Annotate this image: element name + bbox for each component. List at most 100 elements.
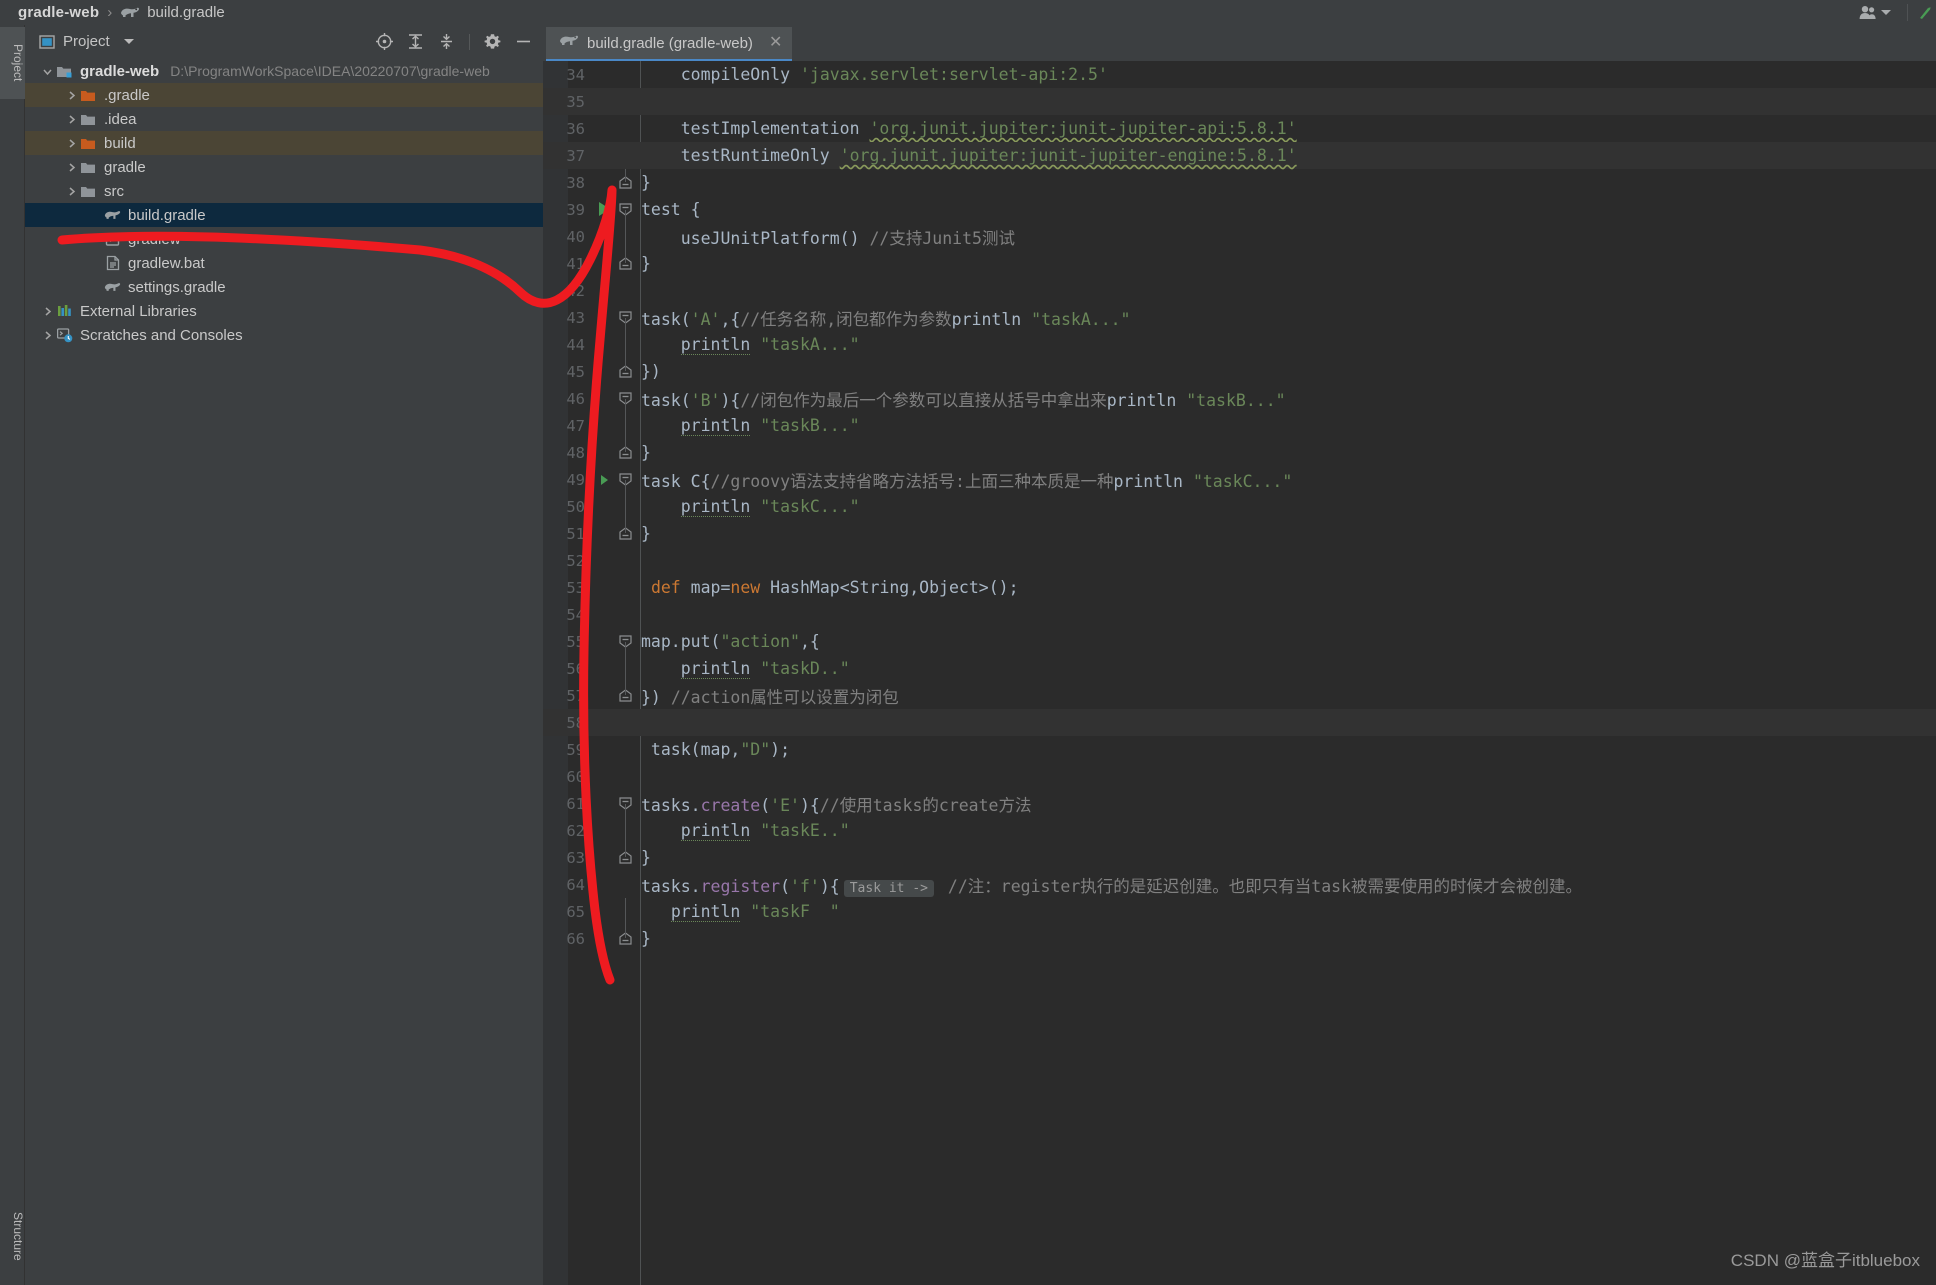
code-line[interactable]: 47 println "taskB..." [543, 412, 1936, 439]
code-line[interactable]: 60 [543, 763, 1936, 790]
sidebar-tab-structure[interactable]: Structure [0, 1193, 25, 1279]
fold-marker[interactable] [615, 628, 637, 655]
fold-marker[interactable] [615, 682, 637, 709]
fold-marker [615, 61, 637, 88]
code-line[interactable]: 62 println "taskE.." [543, 817, 1936, 844]
sidebar-tab-project[interactable]: Project [0, 27, 25, 99]
fold-marker[interactable] [615, 439, 637, 466]
tree-item--idea[interactable]: .idea [25, 107, 543, 131]
tree-item-scratches-and-consoles[interactable]: Scratches and Consoles [25, 323, 543, 347]
editor-area: build.gradle (gradle-web) ✕ 34 compileOn… [543, 25, 1936, 1285]
fold-marker[interactable] [615, 466, 637, 493]
tree-item-src[interactable]: src [25, 179, 543, 203]
fold-marker[interactable] [615, 196, 637, 223]
gutter-marker[interactable] [595, 466, 615, 493]
fold-marker[interactable] [615, 358, 637, 385]
tree-item-gradle[interactable]: gradle [25, 155, 543, 179]
gutter-marker[interactable] [595, 196, 615, 223]
code-line[interactable]: 45}) [543, 358, 1936, 385]
gutter-marker [595, 358, 615, 385]
code-line[interactable]: 57}) //action属性可以设置为闭包 [543, 682, 1936, 709]
chevron-down-icon[interactable] [1881, 10, 1891, 15]
fold-marker[interactable] [615, 169, 637, 196]
line-number: 40 [566, 227, 585, 246]
chevron-right-icon[interactable] [39, 306, 56, 317]
chevron-right-icon[interactable] [63, 162, 80, 173]
code-line[interactable]: 44 println "taskA..." [543, 331, 1936, 358]
close-x-icon[interactable]: ✕ [769, 35, 782, 51]
gutter-marker [595, 223, 615, 250]
run-green-arrow-icon[interactable] [1914, 0, 1936, 25]
code-line[interactable]: 39 test { [543, 196, 1936, 223]
code-line[interactable]: 49 task C{//groovy语法支持省略方法括号:上面三种本质是一种pri… [543, 466, 1936, 493]
code-line[interactable]: 64 tasks.register('f'){Task it -> //注：reg… [543, 871, 1936, 898]
tree-item-build-gradle[interactable]: build.gradle [25, 203, 543, 227]
code-line[interactable]: 53 def map=new HashMap<String,Object>(); [543, 574, 1936, 601]
fold-marker[interactable] [615, 385, 637, 412]
code-line[interactable]: 59 task(map,"D"); [543, 736, 1936, 763]
tree-item-settings-gradle[interactable]: settings.gradle [25, 275, 543, 299]
code-line[interactable]: 66} [543, 925, 1936, 952]
code-line[interactable]: 37 testRuntimeOnly 'org.junit.jupiter:ju… [543, 142, 1936, 169]
code-line[interactable]: 42 [543, 277, 1936, 304]
tree-item-label: Scratches and Consoles [80, 326, 243, 344]
fold-marker[interactable] [615, 925, 637, 952]
code-line[interactable]: 46 task('B'){//闭包作为最后一个参数可以直接从括号中拿出来print… [543, 385, 1936, 412]
script-file-icon [104, 231, 121, 247]
code-line[interactable]: 50 println "taskC..." [543, 493, 1936, 520]
tree-item-gradlew-bat[interactable]: gradlew.bat [25, 251, 543, 275]
code-line[interactable]: 36 testImplementation 'org.junit.jupiter… [543, 115, 1936, 142]
gutter-marker [595, 736, 615, 763]
run-gutter-icon[interactable] [601, 475, 608, 485]
collapse-all-icon[interactable] [435, 30, 458, 53]
code-token: println [680, 497, 751, 517]
code-line[interactable]: 35 [543, 88, 1936, 115]
code-editor[interactable]: 34 compileOnly 'javax.servlet:servlet-ap… [543, 61, 1936, 1285]
project-file-tree[interactable]: gradle-web D:\ProgramWorkSpace\IDEA\20220… [25, 59, 543, 347]
tree-item-external-libraries[interactable]: External Libraries [25, 299, 543, 323]
fold-marker [615, 412, 637, 439]
code-line[interactable]: 43 task('A',{//任务名称,闭包都作为参数println "taskA… [543, 304, 1936, 331]
fold-marker[interactable] [615, 304, 637, 331]
breadcrumb-file[interactable]: build.gradle [147, 4, 225, 21]
settings-gear-icon[interactable] [481, 30, 504, 53]
run-gutter-icon[interactable] [599, 202, 610, 216]
code-line[interactable]: 34 compileOnly 'javax.servlet:servlet-ap… [543, 61, 1936, 88]
chevron-right-icon[interactable] [63, 138, 80, 149]
chevron-right-icon[interactable] [63, 186, 80, 197]
code-line[interactable]: 56 println "taskD.." [543, 655, 1936, 682]
chevron-right-icon[interactable] [63, 114, 80, 125]
fold-marker[interactable] [615, 520, 637, 547]
code-line[interactable]: 48} [543, 439, 1936, 466]
code-line[interactable]: 65 println "taskF " [543, 898, 1936, 925]
code-line[interactable]: 38} [543, 169, 1936, 196]
fold-marker[interactable] [615, 844, 637, 871]
fold-marker[interactable] [615, 790, 637, 817]
tree-item-build[interactable]: build [25, 131, 543, 155]
tree-item-gradlew[interactable]: gradlew [25, 227, 543, 251]
expand-all-icon[interactable] [404, 30, 427, 53]
fold-marker[interactable] [615, 250, 637, 277]
code-line[interactable]: 52 [543, 547, 1936, 574]
chevron-right-icon[interactable] [39, 330, 56, 341]
breadcrumb-project[interactable]: gradle-web [18, 4, 99, 21]
user-account-icon[interactable] [1855, 0, 1881, 25]
tree-item-gradle-web[interactable]: gradle-web D:\ProgramWorkSpace\IDEA\20220… [25, 59, 543, 83]
code-line[interactable]: 51} [543, 520, 1936, 547]
code-line[interactable]: 55 map.put("action",{ [543, 628, 1936, 655]
chevron-down-icon[interactable] [39, 66, 56, 77]
code-line[interactable]: 54 [543, 601, 1936, 628]
code-line[interactable]: 58 [543, 709, 1936, 736]
code-line[interactable]: 63} [543, 844, 1936, 871]
code-line[interactable]: 40 useJUnitPlatform() //支持Junit5测试 [543, 223, 1936, 250]
chevron-right-icon[interactable] [63, 90, 80, 101]
tree-item--gradle[interactable]: .gradle [25, 83, 543, 107]
code-line[interactable]: 41} [543, 250, 1936, 277]
chevron-down-icon[interactable] [123, 39, 134, 44]
editor-tab-build-gradle[interactable]: build.gradle (gradle-web) ✕ [546, 27, 793, 61]
code-line[interactable]: 61 tasks.create('E'){//使用tasks的create方法 [543, 790, 1936, 817]
hide-minimize-icon[interactable] [512, 30, 535, 53]
code-token: "taskA..." [1031, 309, 1131, 329]
scroll-from-source-icon[interactable] [373, 30, 396, 53]
